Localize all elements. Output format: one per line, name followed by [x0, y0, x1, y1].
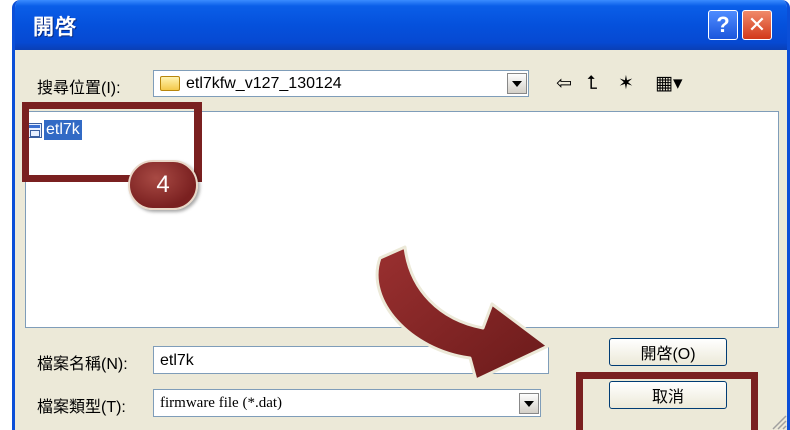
folder-icon	[160, 76, 180, 91]
look-in-dropdown-arrow[interactable]	[507, 73, 527, 94]
close-button[interactable]: ✕	[742, 10, 772, 40]
look-in-dropdown[interactable]: etl7kfw_v127_130124	[153, 70, 529, 97]
look-in-value: etl7kfw_v127_130124	[186, 74, 342, 92]
up-folder-icon[interactable]: ⮤	[587, 74, 598, 94]
dialog-title: 開啓	[33, 16, 77, 39]
resize-grip[interactable]	[767, 410, 787, 430]
help-button[interactable]: ?	[708, 10, 738, 40]
file-type-select[interactable]: firmware file (*.dat)	[153, 389, 541, 417]
title-bar[interactable]: 開啓 ? ✕	[15, 0, 787, 50]
open-file-dialog: 開啓 ? ✕ 搜尋位置(I): etl7kfw_v127_130124 ⇦ ⮤ …	[12, 0, 790, 430]
highlight-cancel-box	[576, 372, 758, 430]
new-folder-icon[interactable]: ✶	[618, 74, 634, 94]
file-type-label: 檔案類型(T):	[37, 399, 126, 416]
file-name-label: 檔案名稱(N):	[37, 356, 128, 373]
view-menu-icon[interactable]: ▦▾	[655, 74, 683, 94]
step-number-badge: 4	[128, 160, 198, 210]
back-icon[interactable]: ⇦	[556, 74, 572, 94]
open-button[interactable]: 開啓(O)	[609, 338, 727, 366]
file-type-dropdown-arrow[interactable]	[519, 393, 539, 414]
look-in-label: 搜尋位置(I):	[37, 80, 121, 97]
file-name-input[interactable]: etl7k	[153, 346, 549, 374]
